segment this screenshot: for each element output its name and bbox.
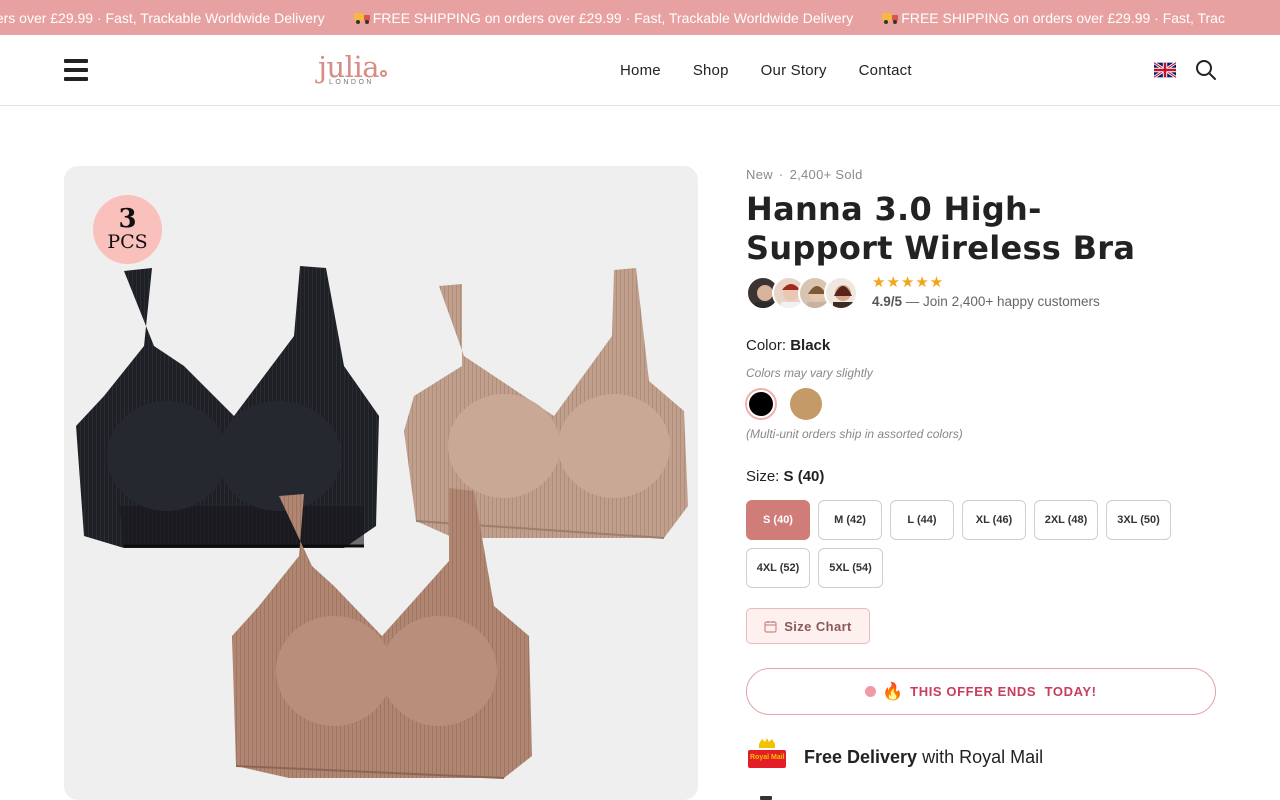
size-option-2xl[interactable]: 2XL (48) xyxy=(1034,500,1098,540)
delivery-rest: with Royal Mail xyxy=(922,746,1044,767)
delivery-info: Royal Mail Free Delivery with Royal Mail xyxy=(746,736,1043,778)
nav-our-story[interactable]: Our Story xyxy=(761,62,827,79)
color-label: Color: xyxy=(746,337,787,354)
announcement-item: FREE SHIPPING on orders over £29.99 · Fa… xyxy=(353,9,883,26)
truck-icon xyxy=(882,12,899,24)
rating-value: 4.9/5 xyxy=(872,294,903,309)
truck-icon xyxy=(353,12,370,24)
fire-icon: 🔥 xyxy=(882,682,905,701)
announcement-bar: PING on orders over £29.99 · Fast, Track… xyxy=(0,0,1280,35)
announcement-item: PING on orders over £29.99 · Fast, Track… xyxy=(0,10,354,26)
avatar xyxy=(824,276,858,310)
size-option-3xl[interactable]: 3XL (50) xyxy=(1106,500,1171,540)
announcement-item: FREE SHIPPING on orders over £29.99 · Fa… xyxy=(882,10,1254,26)
royal-mail-label: Royal Mail xyxy=(750,754,785,761)
uk-flag-icon[interactable] xyxy=(1154,62,1176,78)
size-option-xl[interactable]: XL (46) xyxy=(962,500,1026,540)
size-label: Size: xyxy=(746,468,780,485)
brand-logo[interactable]: julia LONDON xyxy=(318,52,398,92)
product-meta: New · 2,400+ Sold xyxy=(746,167,863,182)
product-image-panel[interactable]: 3 PCS xyxy=(64,166,698,800)
delivery-bold: Free Delivery xyxy=(804,746,918,767)
rating-suffix: — Join 2,400+ happy customers xyxy=(905,294,1100,309)
size-label-row: Size: S (40) xyxy=(746,468,824,485)
taupe-bra xyxy=(404,268,688,539)
product-title: Hanna 3.0 High-Support Wireless Bra xyxy=(746,190,1136,267)
size-option-m[interactable]: M (42) xyxy=(818,500,882,540)
offer-timer-banner: 🔥 THIS OFFER ENDS TODAY! xyxy=(746,668,1216,715)
size-chart-label: Size Chart xyxy=(784,618,852,634)
search-icon[interactable] xyxy=(1195,59,1217,81)
multi-unit-note: (Multi-unit orders ship in assorted colo… xyxy=(746,427,963,441)
royal-mail-icon: Royal Mail xyxy=(746,736,788,778)
pulse-dot-icon xyxy=(865,686,877,697)
size-option-l[interactable]: L (44) xyxy=(890,500,954,540)
offer-text: THIS OFFER ENDS TODAY! xyxy=(910,684,1097,699)
badge-number: 3 xyxy=(118,203,137,234)
new-tag: New xyxy=(746,167,773,182)
pack-badge: 3 PCS xyxy=(93,195,162,264)
color-value: Black xyxy=(790,337,831,354)
next-row-icon-stub xyxy=(760,796,772,800)
menu-icon[interactable] xyxy=(64,59,88,81)
color-label-row: Color: Black xyxy=(746,337,830,354)
announcement-text: FREE SHIPPING on orders over £29.99 · Fa… xyxy=(901,9,1225,26)
logo-subtitle: LONDON xyxy=(329,79,374,86)
color-swatch-beige[interactable] xyxy=(790,388,822,420)
nav-shop[interactable]: Shop xyxy=(693,62,729,79)
site-header: julia LONDON Home Shop Our Story Contact xyxy=(0,35,1280,106)
black-bra xyxy=(76,266,379,548)
size-option-5xl[interactable]: 5XL (54) xyxy=(818,548,883,588)
color-swatch-black[interactable] xyxy=(745,388,777,420)
rating-stars: ★★★★★ xyxy=(872,273,945,291)
announcement-text: PING on orders over £29.99 · Fast, Track… xyxy=(0,9,325,26)
size-option-s[interactable]: S (40) xyxy=(746,500,810,540)
rating-summary: 4.9/5 — Join 2,400+ happy customers xyxy=(872,294,1100,309)
badge-text: PCS xyxy=(107,230,148,253)
nav-contact[interactable]: Contact xyxy=(859,62,912,79)
size-value: S (40) xyxy=(783,468,825,485)
color-note: Colors may vary slightly xyxy=(746,366,873,380)
calendar-icon xyxy=(764,620,777,633)
main-nav: Home Shop Our Story Contact xyxy=(620,35,912,106)
announcement-track: PING on orders over £29.99 · Fast, Track… xyxy=(0,0,1254,35)
size-option-4xl[interactable]: 4XL (52) xyxy=(746,548,810,588)
customer-avatars xyxy=(746,276,866,310)
product-image xyxy=(76,266,688,779)
nav-home[interactable]: Home xyxy=(620,62,661,79)
size-chart-button[interactable]: Size Chart xyxy=(746,608,870,644)
announcement-text: FREE SHIPPING on orders over £29.99 · Fa… xyxy=(372,9,854,26)
sold-count: 2,400+ Sold xyxy=(789,167,863,182)
